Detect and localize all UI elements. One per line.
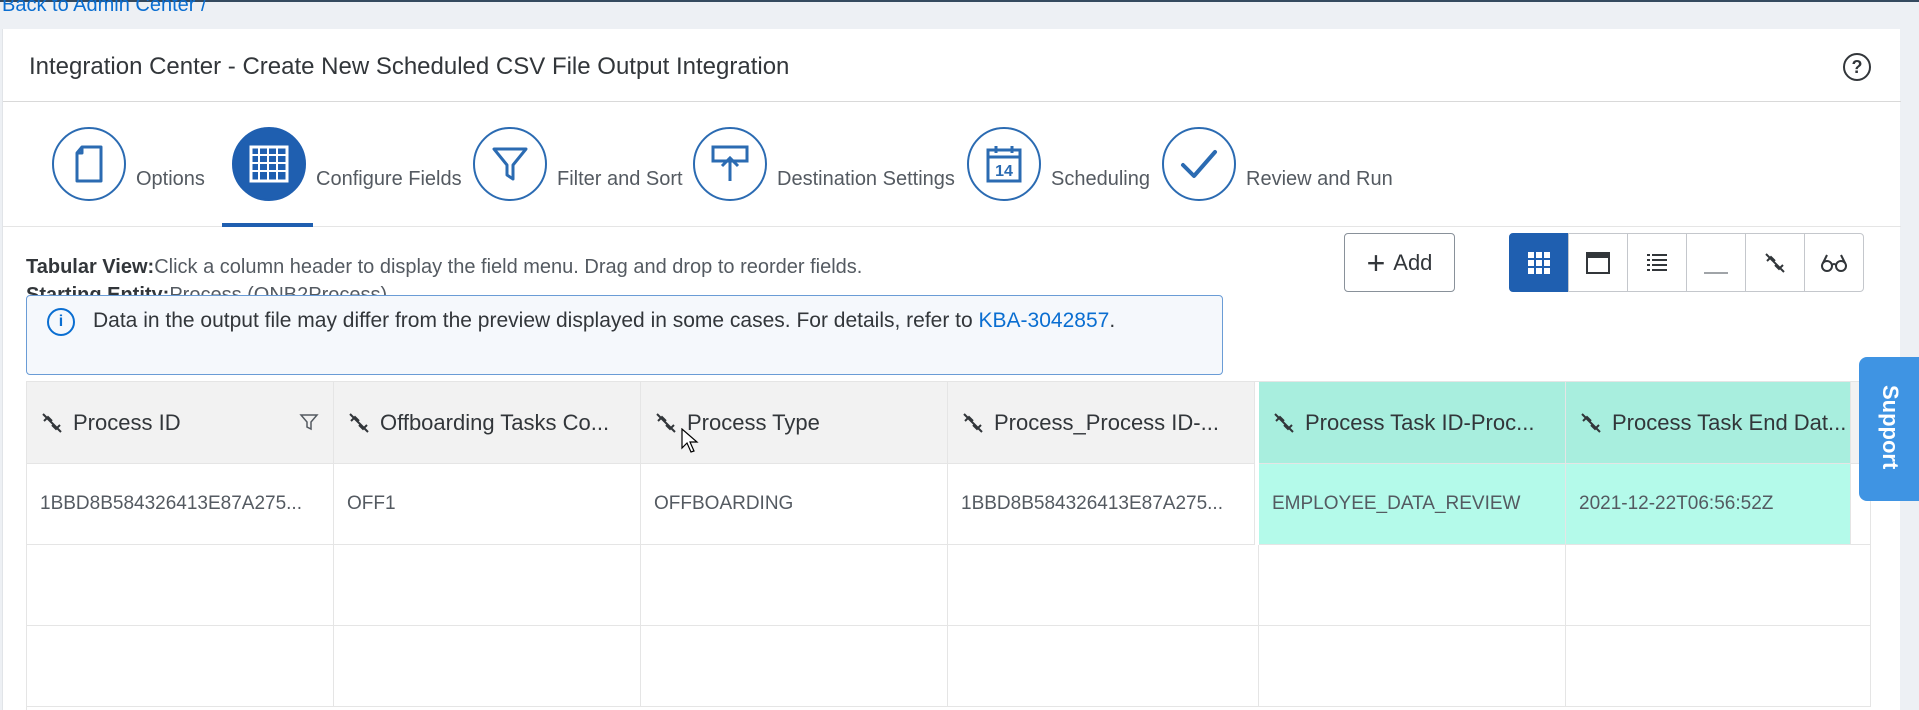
unlink-icon [656, 412, 676, 433]
info-message-strip: i Data in the output file may differ fro… [26, 295, 1223, 375]
step-configure-fields[interactable]: Configure Fields [232, 127, 462, 201]
step-label: Scheduling [1051, 167, 1150, 190]
table-cell [334, 626, 641, 707]
page-header: Integration Center - Create New Schedule… [3, 29, 1901, 102]
mouse-cursor-icon [681, 428, 699, 453]
step-label: Filter and Sort [557, 167, 683, 190]
step-label: Configure Fields [316, 167, 462, 190]
table-cell: EMPLOYEE_DATA_REVIEW [1259, 464, 1566, 545]
table-cell: OFF1 [334, 464, 641, 545]
window-view-icon[interactable] [1568, 233, 1628, 292]
step-scheduling[interactable]: 14 Scheduling [967, 127, 1150, 201]
support-label: Support [1878, 385, 1903, 470]
table-cell [1259, 626, 1566, 707]
grid-view-icon[interactable] [1509, 233, 1569, 292]
unlink-icon [1274, 412, 1294, 433]
unlink-icon [1581, 412, 1601, 433]
column-header-process-process-id[interactable]: Process_Process ID-... [948, 382, 1255, 464]
kba-link[interactable]: KBA-3042857 [979, 309, 1110, 332]
add-button[interactable]: + Add [1344, 233, 1455, 292]
table-cell [948, 626, 1259, 707]
info-message-text: Data in the output file may differ from … [93, 309, 1116, 332]
active-step-indicator [222, 223, 313, 227]
glasses-icon[interactable] [1804, 233, 1864, 292]
svg-text:14: 14 [995, 163, 1013, 180]
table-grid-icon [232, 127, 306, 201]
upload-to-destination-icon [693, 127, 767, 201]
step-label: Options [136, 167, 205, 190]
top-border [0, 0, 1919, 2]
preview-table: Process ID Offboarding Tasks Co... Proce… [26, 381, 1871, 710]
tabular-view-text: Click a column header to display the fie… [154, 256, 863, 278]
column-header-process-task-end-date[interactable]: Process Task End Dat... [1566, 382, 1851, 464]
table-cell: 1BBD8B584326413E87A275... [27, 464, 334, 545]
info-icon: i [47, 308, 75, 336]
table-cell: OFFBOARDING [641, 464, 948, 545]
column-header-offboarding-tasks[interactable]: Offboarding Tasks Co... [334, 382, 641, 464]
table-cell [334, 545, 641, 626]
unlink-icon [349, 412, 369, 433]
support-tab[interactable]: Support [1859, 357, 1919, 501]
checkmark-icon [1162, 127, 1236, 201]
table-cell [1566, 545, 1871, 626]
filter-icon [473, 127, 547, 201]
wizard-steps: Options Configure Fields Filter and Sort… [3, 103, 1901, 227]
table-cell [1259, 545, 1566, 626]
back-to-admin-center-link[interactable]: Back to Admin Center / [2, 0, 207, 17]
step-options[interactable]: Options [52, 127, 205, 201]
document-icon [52, 127, 126, 201]
tabular-view-label: Tabular View: [26, 256, 155, 278]
filter-icon[interactable] [299, 412, 319, 432]
column-header-process-id[interactable]: Process ID [27, 382, 334, 464]
step-label: Destination Settings [777, 167, 955, 190]
tabular-view-info: Tabular View:Click a column header to di… [26, 256, 862, 279]
table-cell: 1BBD8B584326413E87A275... [948, 464, 1255, 545]
list-view-icon[interactable] [1627, 233, 1687, 292]
unlink-icon [42, 412, 62, 433]
plus-icon: + [1366, 244, 1386, 281]
calendar-icon: 14 [967, 127, 1041, 201]
table-cell [27, 545, 334, 626]
view-toggle-group [1509, 233, 1864, 292]
unlink-icon [963, 412, 983, 433]
step-label: Review and Run [1246, 167, 1393, 190]
table-cell [948, 545, 1259, 626]
step-destination-settings[interactable]: Destination Settings [693, 127, 955, 201]
step-filter-and-sort[interactable]: Filter and Sort [473, 127, 683, 201]
table-cell [641, 545, 948, 626]
help-icon[interactable]: ? [1843, 53, 1871, 81]
table-cell [27, 626, 334, 707]
column-header-process-task-id[interactable]: Process Task ID-Proc... [1259, 382, 1566, 464]
unlink-icon[interactable] [1745, 233, 1805, 292]
table-cell: 2021-12-22T06:56:52Z [1566, 464, 1851, 545]
page-title: Integration Center - Create New Schedule… [29, 53, 790, 80]
table-cell [641, 626, 948, 707]
step-review-and-run[interactable]: Review and Run [1162, 127, 1393, 201]
add-button-label: Add [1393, 249, 1433, 275]
dash-icon[interactable] [1686, 233, 1746, 292]
table-cell [1566, 626, 1871, 707]
